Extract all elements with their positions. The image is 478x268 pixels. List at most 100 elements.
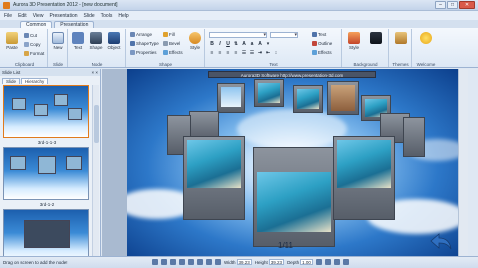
themes-button[interactable]	[393, 32, 409, 45]
scale-tool-icon[interactable]	[179, 259, 185, 265]
font-shrink-icon[interactable]: a	[249, 41, 255, 47]
underline-button[interactable]: U	[225, 41, 231, 47]
presentation-stage[interactable]: Aurora3D Software http://www.presentatio…	[127, 69, 458, 256]
slide-thumbnail[interactable]	[3, 85, 89, 138]
properties-button[interactable]: Properties	[130, 50, 157, 55]
width-input[interactable]: 39.23	[236, 259, 252, 265]
light-tool-icon[interactable]	[197, 259, 203, 265]
scrollbar-thumb[interactable]	[94, 105, 99, 143]
rotate-tool-icon[interactable]	[170, 259, 176, 265]
slide-canvas[interactable]: Aurora3D Software http://www.presentatio…	[102, 69, 468, 256]
align-tool-icon[interactable]	[315, 259, 322, 265]
shape-type-button[interactable]: ShapeType	[130, 41, 159, 46]
depth-input[interactable]: 1.00	[300, 259, 313, 265]
move-tool-icon[interactable]	[161, 259, 167, 265]
menu-file[interactable]: File	[4, 13, 12, 19]
tab-presentation[interactable]: Presentation	[54, 21, 95, 28]
outdent-icon[interactable]: ⇤	[265, 50, 271, 56]
new-slide-button[interactable]: New	[50, 32, 66, 50]
group-tool-icon[interactable]	[333, 259, 340, 265]
tab-slide[interactable]: Slide	[2, 78, 21, 84]
close-button[interactable]: ✕	[459, 1, 475, 9]
slide-thumbnail[interactable]	[3, 147, 89, 200]
photo-card[interactable]	[293, 85, 323, 113]
camera-tool-icon[interactable]	[188, 259, 194, 265]
copy-icon	[24, 42, 29, 47]
slide-thumbnail[interactable]	[3, 209, 89, 256]
welcome-button[interactable]	[418, 32, 434, 45]
copy-button[interactable]: Copy	[24, 42, 41, 47]
background-style-button[interactable]: Style	[346, 32, 362, 50]
photo-card[interactable]	[254, 79, 284, 107]
shape-style-button[interactable]: Style	[187, 32, 203, 50]
font-grow-icon[interactable]: A	[241, 41, 247, 47]
brush-icon	[24, 51, 29, 56]
menu-help[interactable]: Help	[118, 13, 128, 19]
line-spacing-icon[interactable]: ↕	[273, 50, 279, 56]
photo-card[interactable]	[183, 136, 245, 220]
height-input[interactable]: 39.23	[268, 259, 285, 265]
bullets-icon[interactable]: ☰	[241, 50, 247, 56]
minimize-button[interactable]: –	[435, 1, 446, 9]
menu-presentation[interactable]: Presentation	[49, 13, 77, 19]
arrange-button[interactable]: Arrange	[130, 32, 152, 37]
ungroup-tool-icon[interactable]	[342, 259, 349, 265]
text-node-button[interactable]: Text	[70, 32, 86, 50]
slide-group-label: Slide	[52, 62, 63, 67]
object-node-button[interactable]: Object	[106, 32, 122, 50]
font-family-select[interactable]	[209, 32, 267, 38]
cut-button[interactable]: Cut	[24, 33, 37, 38]
align-left-icon[interactable]: ≡	[209, 50, 215, 56]
menu-slide[interactable]: Slide	[84, 13, 95, 19]
photo-card[interactable]	[217, 83, 245, 113]
slide-list-scrollbar[interactable]	[92, 85, 99, 256]
indent-icon[interactable]: ⇥	[257, 50, 263, 56]
background-group: Style Background	[343, 29, 389, 67]
tab-common[interactable]: Common	[20, 21, 53, 28]
menu-view[interactable]: View	[33, 13, 44, 19]
align-center-icon[interactable]: ≡	[217, 50, 223, 56]
format-painter-button[interactable]: Format	[24, 51, 44, 56]
menu-edit[interactable]: Edit	[18, 13, 27, 19]
lock-icon[interactable]	[206, 259, 212, 265]
title-bar: Aurora 3D Presentation 2012 - [new docum…	[0, 0, 478, 11]
text-effects-button[interactable]: Effects	[312, 50, 332, 55]
distribute-tool-icon[interactable]	[324, 259, 331, 265]
copy-label: Copy	[30, 42, 41, 47]
text-button[interactable]: Text	[312, 32, 326, 37]
preview-icon[interactable]	[215, 259, 221, 265]
fill-icon	[163, 32, 168, 37]
bold-button[interactable]: B	[209, 41, 215, 47]
justify-icon[interactable]: ≡	[233, 50, 239, 56]
back-arrow-icon[interactable]	[430, 232, 452, 250]
tab-hierarchy[interactable]: Hierarchy	[21, 78, 49, 84]
align-right-icon[interactable]: ≡	[225, 50, 231, 56]
shape-node-button[interactable]: Shape	[88, 32, 104, 50]
photo-card[interactable]	[327, 81, 359, 115]
maximize-button[interactable]: □	[447, 1, 458, 9]
bevel-button[interactable]: Bevel	[163, 41, 180, 46]
fill-button[interactable]: Fill	[163, 32, 175, 37]
background-image-button[interactable]	[368, 32, 384, 45]
italic-button[interactable]: I	[217, 41, 223, 47]
text-direction-icon[interactable]: ⇅	[233, 41, 239, 47]
paste-button[interactable]: Paste	[4, 32, 20, 50]
slide-thumbnail-label: 3rd-1-1-3	[37, 140, 57, 145]
photo-card[interactable]	[403, 117, 425, 157]
slide-list-close-button[interactable]: × ×	[91, 69, 98, 76]
more-format-icon[interactable]: ▾	[265, 41, 271, 47]
font-size-select[interactable]	[270, 32, 298, 38]
outline-button[interactable]: Outline	[312, 41, 332, 46]
slide-group: New Slide	[49, 29, 68, 67]
menu-tools[interactable]: Tools	[101, 13, 113, 19]
text-color-icon[interactable]: A	[257, 41, 263, 47]
shape-icon	[90, 32, 102, 44]
center-photo-card[interactable]	[253, 147, 335, 247]
select-tool-icon[interactable]	[152, 259, 158, 265]
effects-button[interactable]: Effects	[163, 50, 183, 55]
canvas-scrollbar[interactable]	[458, 69, 468, 256]
photo-card[interactable]	[333, 136, 395, 220]
shape-node-label: Shape	[89, 45, 103, 50]
shape-group-label: Shape	[158, 62, 172, 67]
numbering-icon[interactable]: ☰	[249, 50, 255, 56]
